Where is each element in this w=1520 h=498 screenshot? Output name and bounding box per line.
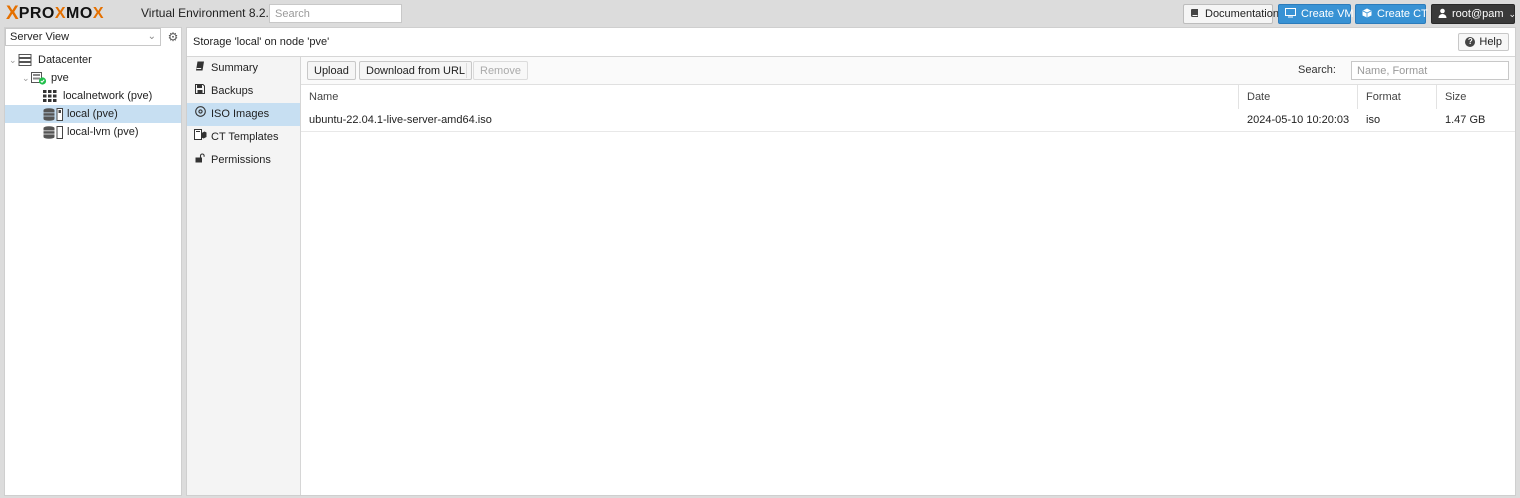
user-menu-button[interactable]: root@pam ⌄ xyxy=(1431,4,1517,24)
nav-item-label: Permissions xyxy=(211,154,271,166)
documentation-button[interactable]: Documentation xyxy=(1183,4,1279,24)
collapse-icon[interactable]: ⌄ xyxy=(22,69,30,87)
download-label: Download from URL xyxy=(366,64,466,77)
cell-format: iso xyxy=(1366,114,1381,126)
template-icon xyxy=(194,126,207,149)
tree-item-localnetwork[interactable]: localnetwork (pve) xyxy=(5,87,181,105)
view-selector-value: Server View xyxy=(10,31,70,43)
storage-nav: Summary Backups ISO Images CT Templates … xyxy=(187,57,301,495)
product-version: Virtual Environment 8.2.2 xyxy=(141,6,276,20)
upload-button[interactable]: Upload xyxy=(307,61,356,80)
nav-item-permissions[interactable]: Permissions xyxy=(187,149,300,172)
nav-item-label: Summary xyxy=(211,62,259,74)
help-button[interactable]: ? Help xyxy=(1458,33,1509,51)
table-row[interactable]: ubuntu-22.04.1-live-server-amd64.iso 202… xyxy=(301,109,1515,132)
tree-item-local[interactable]: local (pve) xyxy=(5,105,181,123)
floppy-icon xyxy=(194,80,206,103)
column-header-format[interactable]: Format xyxy=(1358,85,1437,109)
documentation-label: Documentation xyxy=(1205,8,1279,20)
nav-item-label: Backups xyxy=(211,85,254,97)
nav-item-label: ISO Images xyxy=(211,108,270,120)
tree-item-label: local-lvm (pve) xyxy=(67,126,139,138)
page-title: Storage 'local' on node 'pve' xyxy=(193,36,330,48)
cube-icon xyxy=(1362,8,1372,21)
user-label: root@pam xyxy=(1452,8,1504,20)
nav-item-ct-templates[interactable]: CT Templates xyxy=(187,126,300,149)
storage-icon xyxy=(43,126,64,145)
logo-wordmark: PROXMOX xyxy=(18,5,104,22)
gear-icon[interactable]: ⚙ xyxy=(165,28,181,46)
global-search-input[interactable] xyxy=(269,4,402,23)
download-from-url-button[interactable]: Download from URL xyxy=(359,61,473,80)
remove-button[interactable]: Remove xyxy=(473,61,528,80)
tree-item-datacenter[interactable]: ⌄ Datacenter xyxy=(5,51,181,69)
book-icon xyxy=(194,57,206,80)
create-vm-button[interactable]: Create VM xyxy=(1278,4,1354,24)
question-icon: ? xyxy=(1465,37,1476,47)
collapse-icon[interactable]: ⌄ xyxy=(9,51,17,69)
tree-item-label: Datacenter xyxy=(38,54,92,66)
chevron-down-icon: ⌄ xyxy=(147,31,156,42)
view-selector[interactable]: Server View ⌄ xyxy=(5,28,161,46)
content-panel: Storage 'local' on node 'pve' ? Help Sum… xyxy=(186,27,1516,496)
resource-tree-panel: Server View ⌄ ⚙ ⌄ Datacenter ⌄ pve local… xyxy=(4,27,182,496)
resource-tree: ⌄ Datacenter ⌄ pve localnetwork (pve) lo… xyxy=(5,51,181,141)
monitor-icon xyxy=(1285,7,1296,21)
user-icon xyxy=(1438,8,1447,21)
logo-x-mark: X xyxy=(6,3,19,24)
cell-name: ubuntu-22.04.1-live-server-amd64.iso xyxy=(309,114,492,126)
content-header: Storage 'local' on node 'pve' ? Help xyxy=(187,28,1515,57)
search-input[interactable] xyxy=(1351,61,1509,80)
tree-item-label: localnetwork (pve) xyxy=(63,90,153,102)
column-header-date[interactable]: Date xyxy=(1239,85,1358,109)
column-header-name[interactable]: Name xyxy=(301,85,1239,109)
column-header-size[interactable]: Size xyxy=(1437,85,1515,109)
create-vm-label: Create VM xyxy=(1301,8,1354,20)
cell-date: 2024-05-10 10:20:03 xyxy=(1247,114,1350,126)
create-ct-label: Create CT xyxy=(1377,8,1428,20)
iso-images-pane: Upload Download from URL Remove Search: … xyxy=(301,57,1515,495)
search-label: Search: xyxy=(1298,64,1336,76)
book-icon xyxy=(1190,8,1200,21)
unlock-icon xyxy=(194,149,206,172)
cell-size: 1.47 GB xyxy=(1445,114,1486,126)
tree-item-local-lvm[interactable]: local-lvm (pve) xyxy=(5,123,181,141)
toolbar-divider xyxy=(466,63,467,78)
remove-label: Remove xyxy=(480,64,521,77)
top-bar: X PROXMOX Virtual Environment 8.2.2 Docu… xyxy=(0,0,1520,27)
help-label: Help xyxy=(1479,36,1502,48)
nav-item-label: CT Templates xyxy=(211,131,279,143)
tree-item-pve[interactable]: ⌄ pve xyxy=(5,69,181,87)
upload-label: Upload xyxy=(314,64,349,77)
proxmox-logo[interactable]: X PROXMOX xyxy=(6,4,104,24)
disc-icon xyxy=(194,103,206,126)
nav-item-iso-images[interactable]: ISO Images xyxy=(187,103,300,126)
nav-item-summary[interactable]: Summary xyxy=(187,57,300,80)
grid-header: Name Date Format Size xyxy=(301,85,1515,110)
iso-toolbar: Upload Download from URL Remove Search: xyxy=(301,57,1515,85)
create-ct-button[interactable]: Create CT xyxy=(1355,4,1428,24)
tree-item-label: local (pve) xyxy=(67,108,118,120)
nav-item-backups[interactable]: Backups xyxy=(187,80,300,103)
tree-item-label: pve xyxy=(51,72,69,84)
chevron-down-icon: ⌄ xyxy=(1508,8,1517,19)
